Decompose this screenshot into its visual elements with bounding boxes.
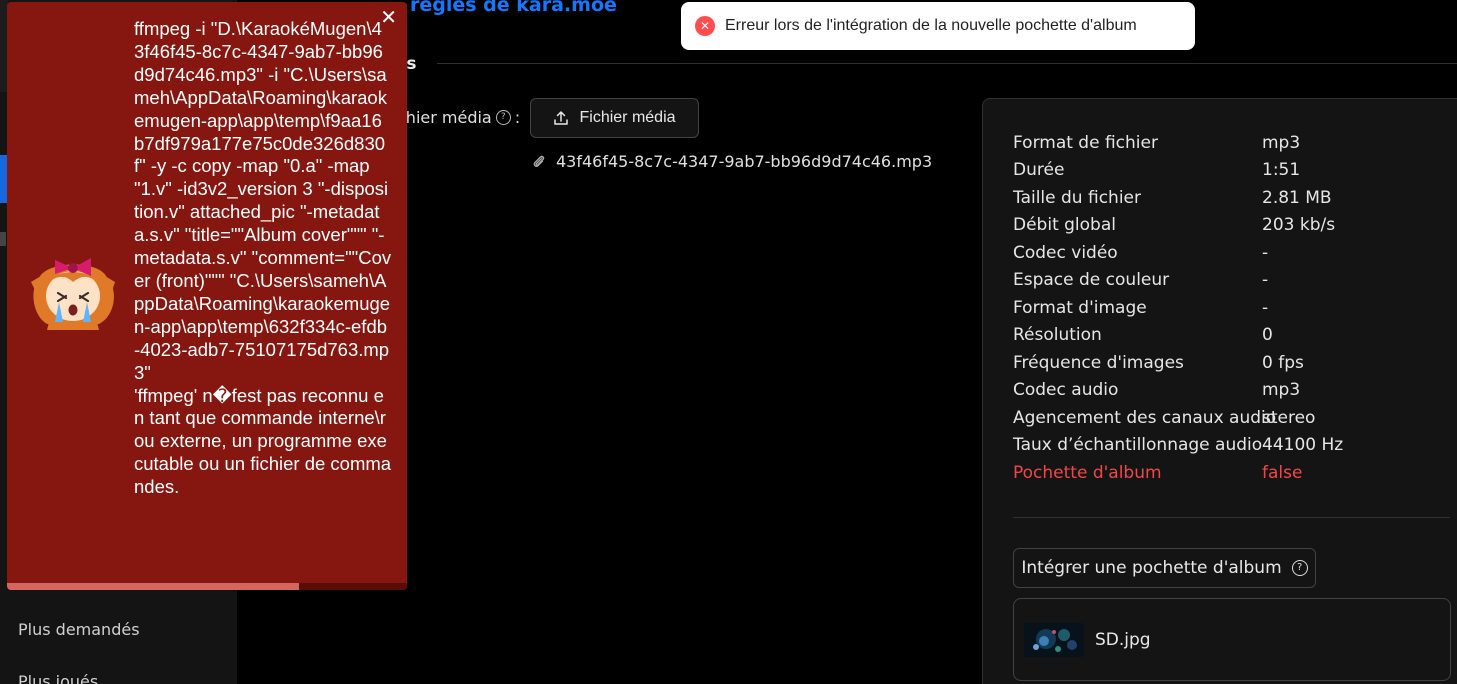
upload-media-button-label: Fichier média (579, 109, 676, 126)
sidebar-item-most-requested[interactable]: Plus demandés (18, 620, 140, 639)
question-icon[interactable]: ? (495, 110, 511, 125)
sidebar-item-most-played[interactable]: Plus joués (18, 672, 98, 684)
notification-progress-bar (7, 583, 407, 590)
info-value: - (1262, 270, 1269, 290)
media-field-label-text: chier média (397, 108, 492, 127)
info-key: Taux d’échantillonnage audio (1013, 435, 1263, 455)
section-divider (437, 63, 1457, 64)
upload-icon (554, 111, 569, 125)
info-value: mp3 (1262, 133, 1301, 153)
error-toast: ✕ Erreur lors de l'intégration de la nou… (681, 2, 1195, 50)
sidebar-marker (0, 232, 6, 246)
app-window: Plus demandés Plus joués règles de kara.… (0, 0, 1457, 684)
info-value: 44100 Hz (1262, 435, 1344, 455)
info-key: Durée (1013, 160, 1065, 180)
info-value: stereo (1262, 408, 1316, 428)
question-icon: ? (1291, 560, 1308, 576)
info-key: Format de fichier (1013, 133, 1158, 153)
info-key: Agencement des canaux audio (1013, 408, 1277, 428)
cover-file-name: SD.jpg (1095, 630, 1151, 650)
error-message: ffmpeg -i "D.\KaraokéMugen\43f46f45-8c7c… (134, 18, 392, 498)
info-key: Espace de couleur (1013, 270, 1170, 290)
media-info-panel: Format de fichier mp3 Durée 1:51 Taille du f… (982, 98, 1457, 684)
info-value: mp3 (1262, 380, 1301, 400)
notification-progress-fill (7, 583, 299, 590)
media-file-item[interactable]: 43f46f45-8c7c-4347-9ab7-bb96d9d74c46.mp3 (532, 152, 932, 171)
media-field-label: chier média ? : (397, 108, 520, 127)
info-value: - (1262, 298, 1269, 318)
rules-link[interactable]: règles de kara.moe (410, 0, 617, 16)
info-divider (1013, 517, 1450, 518)
info-key: Résolution (1013, 325, 1102, 345)
info-key: Codec vidéo (1013, 243, 1118, 263)
info-value: 2.81 MB (1262, 188, 1332, 208)
info-key: Format d'image (1013, 298, 1147, 318)
embed-cover-button-label: Intégrer une pochette d'album (1021, 558, 1282, 578)
info-key: Codec audio (1013, 380, 1119, 400)
info-value: - (1262, 243, 1269, 263)
cover-file-card[interactable]: SD.jpg (1013, 598, 1451, 681)
media-file-name: 43f46f45-8c7c-4347-9ab7-bb96d9d74c46.mp3 (556, 152, 933, 171)
info-key: Fréquence d'images (1013, 353, 1184, 373)
info-value: false (1262, 463, 1303, 483)
info-value: 203 kb/s (1262, 215, 1336, 235)
upload-media-button[interactable]: Fichier média (530, 98, 699, 138)
toast-message: Erreur lors de l'intégration de la nouve… (725, 17, 1137, 34)
info-value: 0 (1262, 325, 1273, 345)
info-key: Débit global (1013, 215, 1116, 235)
cover-thumbnail (1024, 623, 1084, 657)
media-field-colon: : (514, 108, 521, 127)
close-circle-icon: ✕ (695, 16, 715, 36)
info-key: Pochette d'album (1013, 463, 1162, 483)
paperclip-icon (533, 155, 545, 167)
crying-mascot-icon (31, 258, 115, 330)
embed-cover-button[interactable]: Intégrer une pochette d'album ? (1013, 548, 1316, 588)
error-notification: ✕ ffmpeg -i "D.\KaraokéMugen\43f46f45-8c… (7, 2, 407, 590)
info-value: 0 fps (1262, 353, 1304, 373)
info-value: 1:51 (1262, 160, 1301, 180)
info-key: Taille du fichier (1013, 188, 1141, 208)
